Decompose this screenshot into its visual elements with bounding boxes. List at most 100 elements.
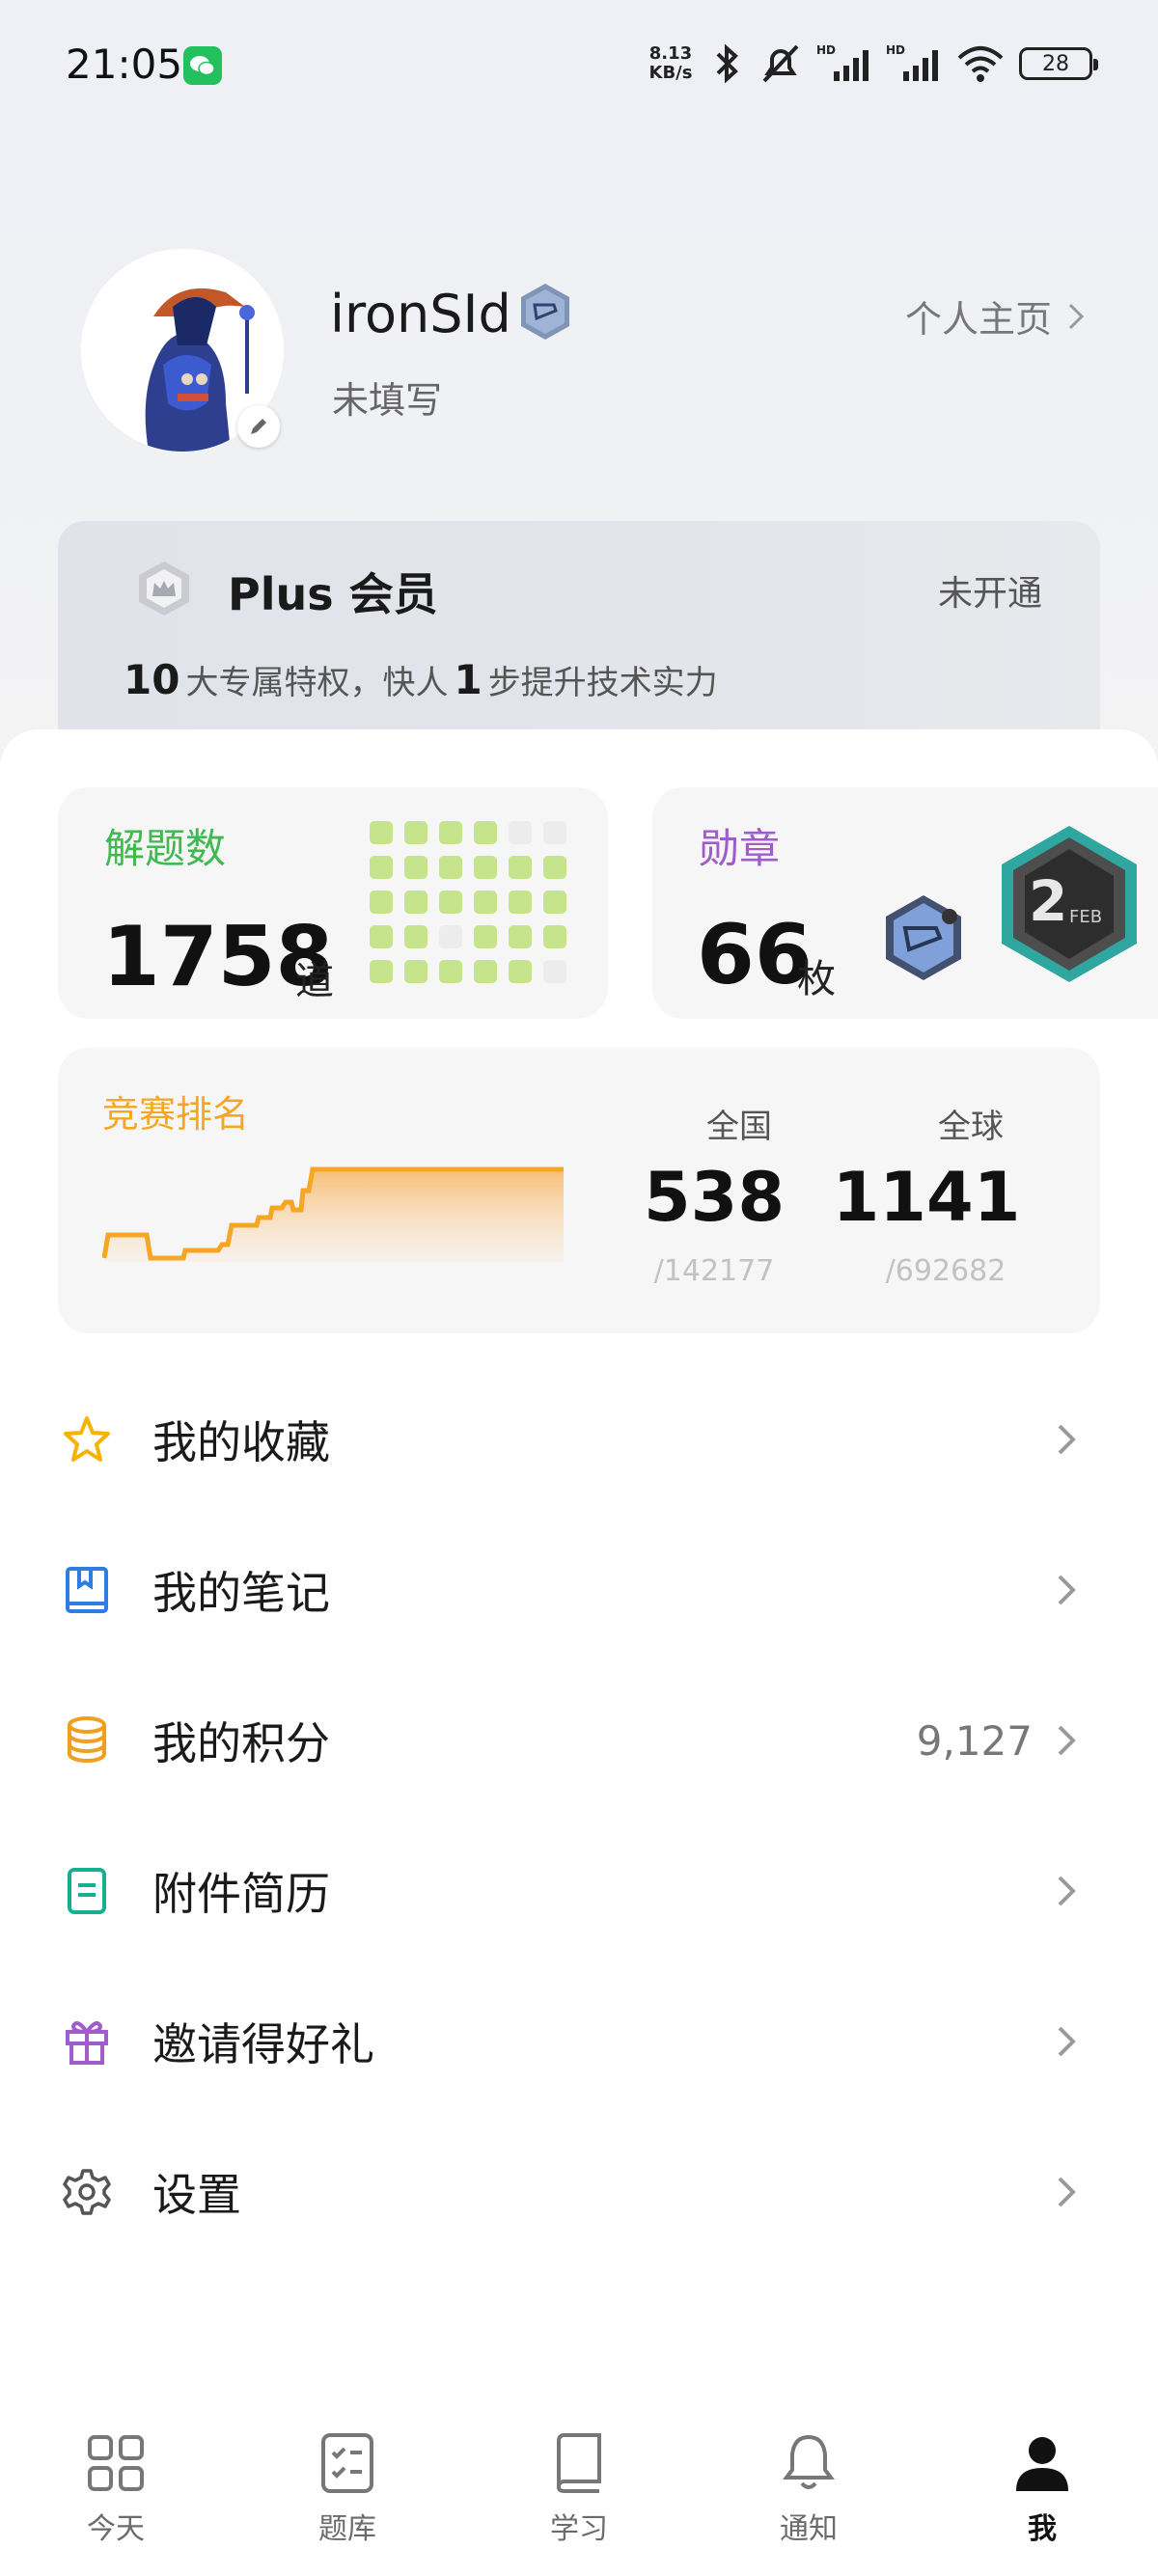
plus-desc-num1: 10 bbox=[124, 656, 180, 703]
tab-study[interactable]: 学习 bbox=[507, 2431, 651, 2547]
knight-badge-icon bbox=[886, 895, 961, 980]
solved-label: 解题数 bbox=[104, 825, 227, 872]
user-icon bbox=[1016, 2437, 1068, 2491]
signal-hd-icon-1: HD bbox=[816, 43, 868, 81]
solved-unit: 道 bbox=[295, 959, 334, 1003]
activity-cell bbox=[509, 960, 532, 983]
activity-cell bbox=[370, 856, 393, 879]
activity-cell bbox=[474, 821, 497, 844]
plus-desc-part1: 大专属特权，快人 bbox=[185, 664, 449, 702]
menu-item-points[interactable]: 我的积分 9,127 bbox=[0, 1665, 1158, 1816]
network-speed: 8.13 KB/s bbox=[645, 44, 697, 83]
plus-title: Plus 会员 bbox=[228, 568, 438, 620]
activity-cell bbox=[439, 891, 462, 914]
user-bio: 未填写 bbox=[332, 379, 443, 422]
activity-cell bbox=[370, 891, 393, 914]
bell-icon bbox=[783, 2434, 835, 2489]
activity-cell bbox=[404, 891, 427, 914]
plus-membership-card[interactable] bbox=[58, 521, 1100, 753]
activity-cell bbox=[370, 821, 393, 844]
activity-cell bbox=[509, 925, 532, 948]
menu-item-resume[interactable]: 附件简历 bbox=[0, 1816, 1158, 1966]
status-bar: 21:05 8.13 KB/s HD HD 28 bbox=[0, 0, 1158, 131]
activity-cell bbox=[404, 925, 427, 948]
activity-cell bbox=[509, 821, 532, 844]
svg-text:HD: HD bbox=[886, 43, 905, 57]
feb-badge-number: 2 bbox=[1029, 868, 1068, 934]
contest-rating-sparkline bbox=[102, 1166, 564, 1262]
activity-cell bbox=[509, 891, 532, 914]
tab-label: 学习 bbox=[550, 2512, 608, 2546]
contest-label: 竞赛排名 bbox=[102, 1093, 250, 1136]
activity-cell bbox=[439, 925, 462, 948]
menu-item-invite[interactable]: 邀请得好礼 bbox=[0, 1966, 1158, 2117]
menu-label: 我的收藏 bbox=[152, 1416, 330, 1468]
chevron-right-icon bbox=[1058, 1424, 1076, 1455]
tab-label: 通知 bbox=[780, 2512, 838, 2546]
solved-activity-grid bbox=[370, 821, 566, 983]
feb-badge-text: FEB bbox=[1069, 907, 1103, 927]
menu-item-notes[interactable]: 我的笔记 bbox=[0, 1515, 1158, 1665]
star-icon bbox=[64, 1416, 110, 1462]
national-rank-label: 全国 bbox=[706, 1108, 772, 1146]
chevron-right-icon bbox=[1058, 1575, 1076, 1605]
activity-cell bbox=[474, 925, 497, 948]
activity-cell bbox=[370, 960, 393, 983]
activity-cell bbox=[543, 821, 566, 844]
wechat-notification-icon bbox=[183, 46, 222, 85]
checklist-icon bbox=[321, 2433, 373, 2493]
edit-avatar-button[interactable] bbox=[237, 405, 280, 448]
tab-me[interactable]: 我 bbox=[970, 2431, 1115, 2547]
book-icon bbox=[557, 2433, 601, 2493]
menu-value: 9,127 bbox=[916, 1716, 1033, 1765]
activity-cell bbox=[509, 856, 532, 879]
activity-cell bbox=[543, 925, 566, 948]
activity-cell bbox=[370, 925, 393, 948]
notebook-icon bbox=[66, 1567, 108, 1613]
activity-cell bbox=[474, 856, 497, 879]
status-icons: 8.13 KB/s HD HD 28 bbox=[645, 39, 1098, 89]
net-speed-value: 8.13 bbox=[648, 43, 693, 64]
battery-indicator: 28 bbox=[1019, 47, 1098, 80]
chevron-right-icon bbox=[1058, 2177, 1076, 2207]
profile-homepage-label: 个人主页 bbox=[904, 298, 1052, 341]
activity-cell bbox=[543, 856, 566, 879]
activity-cell bbox=[439, 960, 462, 983]
grid-icon bbox=[88, 2435, 144, 2491]
chevron-right-icon bbox=[1058, 1876, 1076, 1906]
gear-icon bbox=[63, 2169, 111, 2215]
menu-label: 我的笔记 bbox=[152, 1567, 330, 1619]
activity-cell bbox=[404, 856, 427, 879]
badges-label: 勋章 bbox=[699, 825, 781, 872]
badges-count: 66 bbox=[697, 907, 813, 1003]
activity-cell bbox=[474, 960, 497, 983]
chevron-right-icon bbox=[1058, 2026, 1076, 2057]
menu-label: 邀请得好礼 bbox=[152, 2018, 374, 2070]
activity-cell bbox=[404, 821, 427, 844]
gift-icon bbox=[66, 2021, 108, 2065]
plus-desc-part2: 步提升技术实力 bbox=[487, 664, 718, 702]
pencil-icon bbox=[251, 419, 266, 434]
chevron-right-icon bbox=[1058, 1725, 1076, 1756]
tab-notifications[interactable]: 通知 bbox=[736, 2431, 881, 2547]
status-time: 21:05 bbox=[66, 41, 183, 88]
menu-item-favorites[interactable]: 我的收藏 bbox=[0, 1364, 1158, 1515]
national-total: /142177 bbox=[653, 1254, 775, 1288]
plus-status[interactable]: 未开通 bbox=[938, 565, 1042, 616]
svg-text:HD: HD bbox=[816, 43, 836, 57]
activity-cell bbox=[543, 891, 566, 914]
resume-icon bbox=[68, 1868, 106, 1914]
activity-cell bbox=[543, 960, 566, 983]
menu-item-settings[interactable]: 设置 bbox=[0, 2117, 1158, 2267]
bluetooth-icon bbox=[716, 43, 738, 84]
profile-homepage-link[interactable]: 个人主页 bbox=[905, 289, 1085, 343]
tab-label: 今天 bbox=[87, 2512, 145, 2546]
username: ironSId bbox=[330, 284, 511, 344]
menu-label: 设置 bbox=[152, 2169, 241, 2221]
tab-today[interactable]: 今天 bbox=[43, 2431, 188, 2547]
net-speed-unit: KB/s bbox=[648, 63, 693, 83]
menu-label: 附件简历 bbox=[152, 1868, 330, 1920]
crown-icon bbox=[133, 558, 195, 619]
feb-badge-icon bbox=[1002, 826, 1137, 982]
tab-problems[interactable]: 题库 bbox=[275, 2431, 420, 2547]
